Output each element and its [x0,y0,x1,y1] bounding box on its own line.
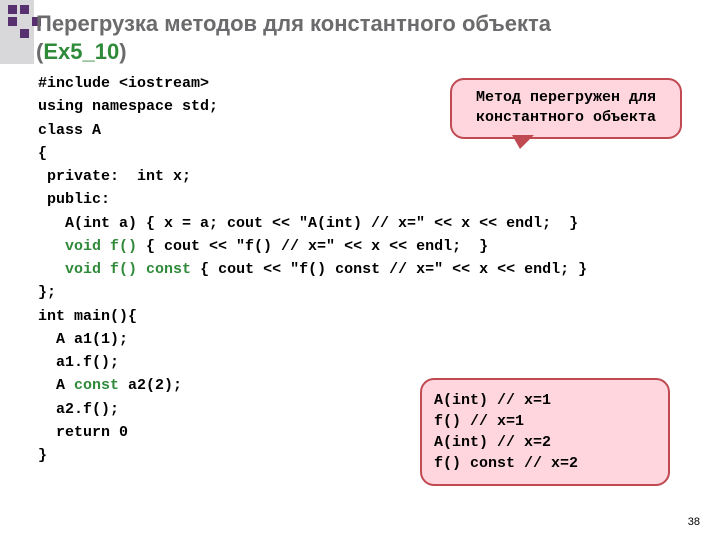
code-line: #include <iostream> [38,72,678,95]
code-line: private: int x; [38,165,678,188]
code-line: a1.f(); [38,351,678,374]
title-example: Ex5_10 [43,39,119,64]
slide-title: Перегрузка методов для константного объе… [36,10,710,65]
code-text: A [38,377,74,394]
code-line: A a1(1); [38,328,678,351]
code-line: { [38,142,678,165]
output-line: A(int) // x=2 [434,434,551,451]
output-line: f() // x=1 [434,413,524,430]
code-line: void f() const { cout << "f() const // x… [38,258,678,281]
code-line: public: [38,188,678,211]
code-keyword-void-f: void f() [65,238,137,255]
code-text: a2(2); [119,377,182,394]
code-text [137,261,146,278]
code-text: { cout << "f() const // x=" << x << endl… [191,261,587,278]
code-line: int main(){ [38,305,678,328]
code-text: { cout << "f() // x=" << x << endl; } [137,238,488,255]
code-indent [38,261,65,278]
output-line: f() const // x=2 [434,455,578,472]
code-line: }; [38,281,678,304]
code-line: A(int a) { x = a; cout << "A(int) // x="… [38,212,678,235]
output-box: A(int) // x=1 f() // x=1 A(int) // x=2 f… [420,378,670,486]
page-number: 38 [688,516,700,528]
code-line: void f() { cout << "f() // x=" << x << e… [38,235,678,258]
decoration-square [8,17,17,26]
code-line: using namespace std; [38,95,678,118]
decoration-square [20,29,29,38]
code-indent [38,238,65,255]
code-keyword-void-f: void f() [65,261,137,278]
title-close: ) [119,39,126,64]
code-keyword-const: const [146,261,191,278]
output-line: A(int) // x=1 [434,392,551,409]
code-keyword-const: const [74,377,119,394]
decoration-square [20,5,29,14]
decoration-square [8,5,17,14]
title-main: Перегрузка методов для константного объе… [36,11,551,36]
code-line: class A [38,119,678,142]
